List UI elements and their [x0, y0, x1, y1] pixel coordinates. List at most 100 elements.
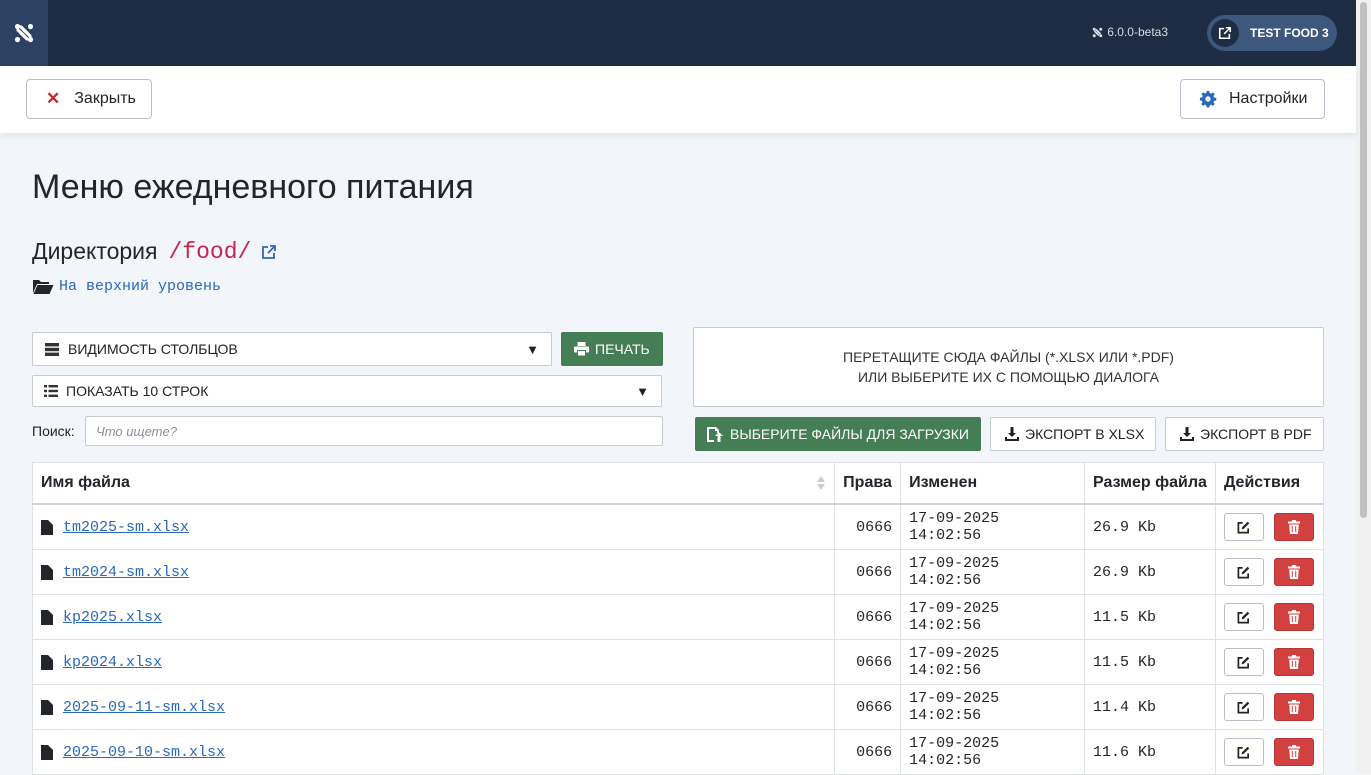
- file-upload-icon: [707, 426, 723, 442]
- rows-per-page-select[interactable]: ПОКАЗАТЬ 10 СТРОК ▼: [32, 375, 662, 407]
- modified-cell: 17-09-2025 14:02:56: [900, 684, 1086, 730]
- column-header-label: Права: [843, 474, 892, 491]
- filename-cell: tm2024-sm.xlsx: [31, 549, 836, 595]
- size-cell: 11.5 Kb: [1084, 639, 1216, 685]
- admin-header: 6.0.0-beta3 TEST FOOD 3: [0, 0, 1356, 66]
- download-icon: [1005, 427, 1019, 441]
- permissions-cell: 0666: [834, 729, 902, 775]
- export-pdf-label: ЭКСПОРТ В PDF: [1200, 426, 1312, 442]
- delete-button[interactable]: [1273, 513, 1314, 541]
- column-header-label: Размер файла: [1093, 474, 1207, 491]
- options-label: Настройки: [1229, 90, 1308, 107]
- edit-icon: [1238, 611, 1250, 623]
- column-header-actions: Действия: [1214, 462, 1325, 505]
- upload-files-label: ВЫБЕРИТЕ ФАЙЛЫ ДЛЯ ЗАГРУЗКИ: [730, 426, 969, 442]
- open-directory-link[interactable]: [261, 244, 277, 260]
- file-link[interactable]: 2025-09-10-sm.xlsx: [63, 744, 225, 761]
- table-row: 2025-09-10-sm.xlsx 0666 17-09-2025 14:02…: [31, 729, 1325, 775]
- edit-button[interactable]: [1223, 513, 1264, 541]
- directory-label: Директория: [32, 238, 158, 264]
- edit-button[interactable]: [1223, 738, 1264, 766]
- rows-per-page-label: ПОКАЗАТЬ 10 СТРОК: [66, 383, 209, 399]
- file-link[interactable]: kp2024.xlsx: [63, 654, 162, 671]
- joomla-logo[interactable]: [0, 0, 48, 66]
- chevron-down-icon: ▼: [526, 341, 539, 357]
- external-link-icon: [1211, 19, 1239, 47]
- column-header-label: Изменен: [909, 474, 978, 491]
- scrollbar-thumb[interactable]: [1360, 2, 1367, 518]
- filename-cell: 2025-09-10-sm.xlsx: [31, 729, 836, 775]
- table-row: 2025-09-11-sm.xlsx 0666 17-09-2025 14:02…: [31, 684, 1325, 730]
- page-scrollbar[interactable]: [1356, 0, 1371, 773]
- file-link[interactable]: tm2025-sm.xlsx: [63, 519, 189, 536]
- search-input[interactable]: [85, 416, 663, 446]
- actions-cell: [1214, 639, 1325, 685]
- file-icon: [41, 564, 53, 580]
- file-icon: [41, 519, 53, 535]
- column-header-modified[interactable]: Изменен: [900, 462, 1086, 505]
- column-header-permissions[interactable]: Права: [834, 462, 902, 505]
- trash-icon: [1287, 745, 1300, 759]
- column-header-label: Действия: [1223, 474, 1301, 491]
- filename-cell: kp2025.xlsx: [31, 594, 836, 640]
- columns-visibility-select[interactable]: ВИДИМОСТЬ СТОЛБЦОВ ▼: [32, 332, 552, 366]
- filename-cell: kp2024.xlsx: [31, 639, 836, 685]
- trash-icon: [1287, 565, 1300, 579]
- file-dropzone[interactable]: ПЕРЕТАЩИТЕ СЮДА ФАЙЛЫ (*.XLSX ИЛИ *.PDF)…: [693, 327, 1324, 407]
- print-button[interactable]: ПЕЧАТЬ: [561, 332, 663, 366]
- export-pdf-button[interactable]: ЭКСПОРТ В PDF: [1165, 417, 1324, 451]
- up-level-link[interactable]: На верхний уровень: [32, 278, 221, 295]
- column-header-label: Имя файла: [41, 474, 130, 491]
- site-link-button[interactable]: TEST FOOD 3: [1207, 15, 1337, 51]
- directory-row: Директория /food/: [32, 238, 277, 265]
- edit-button[interactable]: [1223, 648, 1264, 676]
- trash-icon: [1287, 520, 1300, 534]
- trash-icon: [1287, 700, 1300, 714]
- delete-button[interactable]: [1273, 558, 1314, 586]
- table-row: tm2025-sm.xlsx 0666 17-09-2025 14:02:56 …: [31, 503, 1325, 550]
- modified-cell: 17-09-2025 14:02:56: [900, 594, 1086, 640]
- options-button[interactable]: Настройки: [1180, 79, 1325, 119]
- file-icon: [41, 654, 53, 670]
- page-title: Меню ежедневного питания: [32, 168, 474, 206]
- print-icon: [574, 342, 589, 356]
- close-button[interactable]: ✕ Закрыть: [26, 79, 152, 119]
- file-link[interactable]: 2025-09-11-sm.xlsx: [63, 699, 225, 716]
- edit-icon: [1238, 746, 1250, 758]
- file-link[interactable]: kp2025.xlsx: [63, 609, 162, 626]
- columns-visibility-label: ВИДИМОСТЬ СТОЛБЦОВ: [68, 341, 238, 357]
- columns-icon: [45, 342, 59, 356]
- edit-button[interactable]: [1223, 693, 1264, 721]
- up-level-label: На верхний уровень: [59, 278, 222, 295]
- actions-cell: [1214, 729, 1325, 775]
- table-header-row: Имя файла Права Изменен Размер файла Дей…: [31, 462, 1325, 505]
- file-icon: [41, 699, 53, 715]
- size-cell: 26.9 Kb: [1084, 503, 1216, 550]
- version-info: 6.0.0-beta3: [1092, 25, 1168, 39]
- files-table: Имя файла Права Изменен Размер файла Дей…: [31, 462, 1325, 775]
- delete-button[interactable]: [1273, 648, 1314, 676]
- file-icon: [41, 744, 53, 760]
- sort-icon: [817, 476, 826, 490]
- delete-button[interactable]: [1273, 693, 1314, 721]
- column-header-filename[interactable]: Имя файла: [31, 462, 836, 505]
- file-link[interactable]: tm2024-sm.xlsx: [63, 564, 189, 581]
- delete-button[interactable]: [1273, 738, 1314, 766]
- edit-button[interactable]: [1223, 558, 1264, 586]
- delete-button[interactable]: [1273, 603, 1314, 631]
- export-xlsx-button[interactable]: ЭКСПОРТ В XLSX: [990, 417, 1156, 451]
- table-row: kp2024.xlsx 0666 17-09-2025 14:02:56 11.…: [31, 639, 1325, 685]
- edit-button[interactable]: [1223, 603, 1264, 631]
- table-row: tm2024-sm.xlsx 0666 17-09-2025 14:02:56 …: [31, 549, 1325, 595]
- filename-cell: tm2025-sm.xlsx: [31, 503, 836, 550]
- modified-cell: 17-09-2025 14:02:56: [900, 549, 1086, 595]
- modified-cell: 17-09-2025 14:02:56: [900, 639, 1086, 685]
- joomla-small-icon: [1093, 27, 1103, 37]
- version-text: 6.0.0-beta3: [1107, 25, 1168, 39]
- dropzone-text-line2: ИЛИ ВЫБЕРИТЕ ИХ С ПОМОЩЬЮ ДИАЛОГА: [857, 369, 1160, 385]
- file-icon: [41, 609, 53, 625]
- folder-open-icon: [33, 280, 54, 294]
- column-header-size[interactable]: Размер файла: [1084, 462, 1216, 505]
- upload-files-button[interactable]: ВЫБЕРИТЕ ФАЙЛЫ ДЛЯ ЗАГРУЗКИ: [695, 417, 981, 451]
- edit-icon: [1238, 701, 1250, 713]
